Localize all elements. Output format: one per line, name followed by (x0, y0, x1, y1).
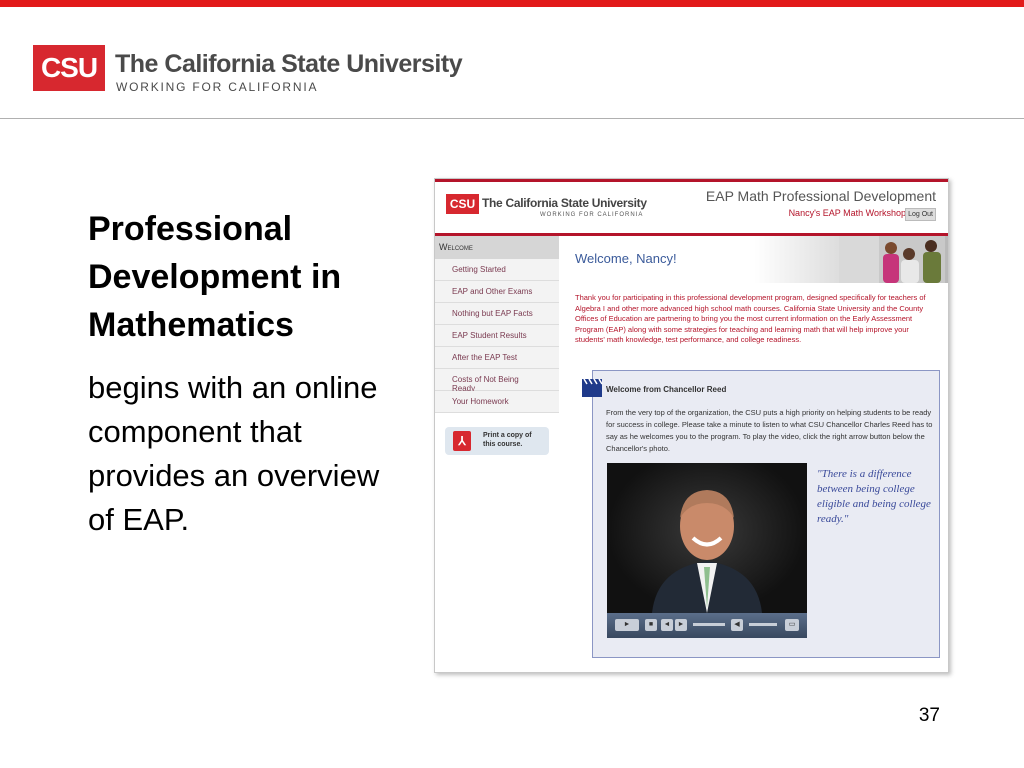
video-player[interactable]: ► ■ ◄ ► ◀ ▭ (607, 463, 807, 638)
pdf-icon: ⅄ (453, 431, 471, 451)
play-button[interactable]: ► (615, 619, 639, 631)
volume-slider[interactable] (749, 623, 777, 626)
site-workshop-link[interactable]: Nancy's EAP Math Workshop (789, 208, 906, 218)
welcome-title: Welcome, Nancy! (575, 251, 677, 266)
forward-button[interactable]: ► (675, 619, 687, 631)
site-university-tagline: WORKING FOR CALIFORNIA (540, 212, 644, 218)
page-number: 37 (918, 705, 940, 726)
nav-item-costs[interactable]: Costs of Not Being Ready (435, 369, 559, 393)
slide-body-text: begins with an online component that pro… (88, 370, 380, 537)
csu-logo: CSU (33, 45, 105, 91)
nav-item-after-test[interactable]: After the EAP Test (435, 347, 559, 369)
top-accent-bar (0, 0, 1024, 7)
volume-icon: ◀ (734, 621, 740, 628)
embedded-website-screenshot: CSU The California State University WORK… (434, 178, 949, 673)
nav-heading-welcome[interactable]: Welcome (435, 236, 559, 259)
university-name: The California State University (115, 50, 463, 78)
nav-item-homework[interactable]: Your Homework (435, 391, 559, 413)
nav-item-eap-other-exams[interactable]: EAP and Other Exams (435, 281, 559, 303)
video-controls: ► ■ ◄ ► ◀ ▭ (607, 613, 807, 638)
video-frame[interactable] (607, 463, 807, 613)
play-icon: ► (623, 621, 631, 628)
site-app-title: EAP Math Professional Development (705, 188, 936, 204)
site-csu-logo: CSU (446, 194, 479, 214)
site-top-line (435, 179, 948, 182)
chancellor-text: From the very top of the organization, t… (606, 408, 933, 453)
nav-item-eap-facts[interactable]: Nothing but EAP Facts (435, 303, 559, 325)
fullscreen-icon: ▭ (788, 621, 796, 628)
site-university-name: The California State University (482, 196, 647, 210)
nav-item-student-results[interactable]: EAP Student Results (435, 325, 559, 347)
nav-item-getting-started[interactable]: Getting Started (435, 259, 559, 281)
site-sidebar-nav: Welcome Getting Started EAP and Other Ex… (435, 236, 559, 416)
chancellor-quote: "There is a difference between being col… (817, 468, 931, 525)
students-photo (839, 236, 945, 283)
university-tagline: WORKING FOR CALIFORNIA (116, 80, 319, 94)
rewind-button[interactable]: ◄ (661, 619, 673, 631)
logout-button[interactable]: Log Out (905, 208, 936, 221)
seek-bar[interactable] (693, 623, 725, 626)
intro-paragraph: Thank you for participating in this prof… (575, 293, 926, 344)
print-course-label: Print a copy of this course. (483, 432, 532, 448)
chancellor-photo (652, 490, 762, 613)
stop-icon: ■ (648, 621, 654, 628)
fullscreen-button[interactable]: ▭ (785, 619, 799, 631)
stop-button[interactable]: ■ (645, 619, 657, 631)
header-divider (0, 118, 1024, 119)
forward-icon: ► (677, 621, 685, 628)
mute-button[interactable]: ◀ (731, 619, 743, 631)
clapperboard-icon (582, 378, 603, 397)
slide-title: Professional Development in Mathematics (88, 210, 342, 344)
chancellor-title: Welcome from Chancellor Reed (606, 385, 727, 394)
print-course-button[interactable]: ⅄ Print a copy of this course. (445, 427, 549, 455)
rewind-icon: ◄ (663, 621, 671, 628)
